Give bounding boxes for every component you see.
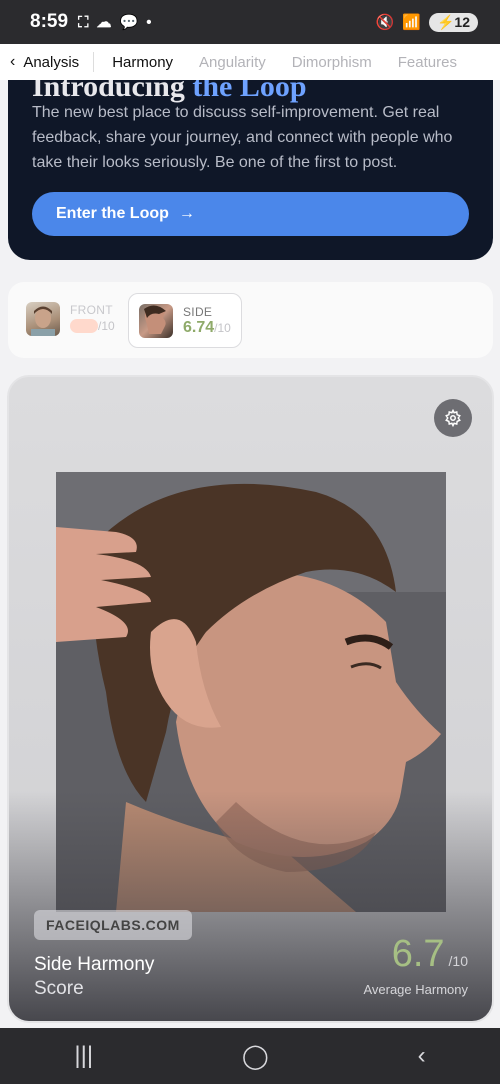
back-nav-icon[interactable]: ‹ xyxy=(418,1042,426,1070)
tab-dimorphism[interactable]: Dimorphism xyxy=(279,54,385,71)
enter-loop-button[interactable]: Enter the Loop → xyxy=(32,192,469,236)
score-subtitle: Score xyxy=(34,978,84,999)
cloud-icon: ☁ xyxy=(96,14,112,31)
settings-button[interactable] xyxy=(434,399,472,437)
status-bar: 8:59 ⛶ ☁ 💬 • 🔇 📶 ⚡12 xyxy=(0,0,500,44)
status-time: 8:59 xyxy=(30,11,69,32)
score-title: Side Harmony xyxy=(34,954,155,975)
enter-loop-label: Enter the Loop xyxy=(56,205,169,222)
front-score-hidden xyxy=(70,318,98,333)
top-tab-nav: ‹ Analysis Harmony Angularity Dimorphism… xyxy=(0,44,500,80)
view-selector: FRONT /10 SIDE 6.74/10 xyxy=(8,282,493,358)
tab-harmony[interactable]: Harmony xyxy=(94,54,186,71)
front-score-denominator: /10 xyxy=(98,319,115,333)
dot-icon: • xyxy=(146,13,152,31)
gear-icon xyxy=(445,409,461,427)
front-chip[interactable]: FRONT /10 xyxy=(26,302,115,336)
loop-promo-card: Introducing the Loop The new best place … xyxy=(8,80,493,260)
front-thumbnail xyxy=(26,302,60,336)
front-chip-label: FRONT xyxy=(70,303,113,317)
mute-icon: 🔇 xyxy=(375,14,395,31)
back-button[interactable]: ‹ Analysis xyxy=(10,52,95,72)
arrow-right-icon: → xyxy=(178,205,195,222)
side-harmony-card: FACEIQLABS.COM Side Harmony Score 6.7/10… xyxy=(7,375,494,1023)
side-chip[interactable]: SIDE 6.74/10 xyxy=(128,293,242,348)
side-chip-label: SIDE xyxy=(183,304,213,319)
screenshot-icon: ⛶ xyxy=(78,13,89,31)
promo-body: The new best place to discuss self-impro… xyxy=(32,104,453,171)
watermark-badge: FACEIQLABS.COM xyxy=(34,910,192,940)
wifi-icon: 📶 xyxy=(402,14,421,31)
score-rating-label: Average Harmony xyxy=(363,982,468,997)
battery-level: 12 xyxy=(454,13,470,30)
side-chip-score: 6.74 xyxy=(183,318,215,336)
chevron-left-icon: ‹ xyxy=(10,53,16,70)
side-score-denominator: /10 xyxy=(214,320,231,335)
harmony-score-value: 6.7 xyxy=(391,933,445,975)
battery-indicator: ⚡12 xyxy=(428,12,478,32)
recent-apps-icon[interactable]: ||| xyxy=(74,1042,93,1070)
chat-icon: 💬 xyxy=(119,14,139,31)
tab-angularity[interactable]: Angularity xyxy=(186,54,279,71)
tab-features[interactable]: Features xyxy=(385,54,470,71)
side-thumbnail xyxy=(139,303,173,338)
home-icon[interactable]: ◯ xyxy=(242,1042,269,1071)
harmony-score: 6.7/10 xyxy=(392,933,468,976)
back-label: Analysis xyxy=(23,53,80,71)
system-nav-bar: ||| ◯ ‹ xyxy=(0,1028,500,1084)
harmony-score-denominator: /10 xyxy=(448,953,468,969)
